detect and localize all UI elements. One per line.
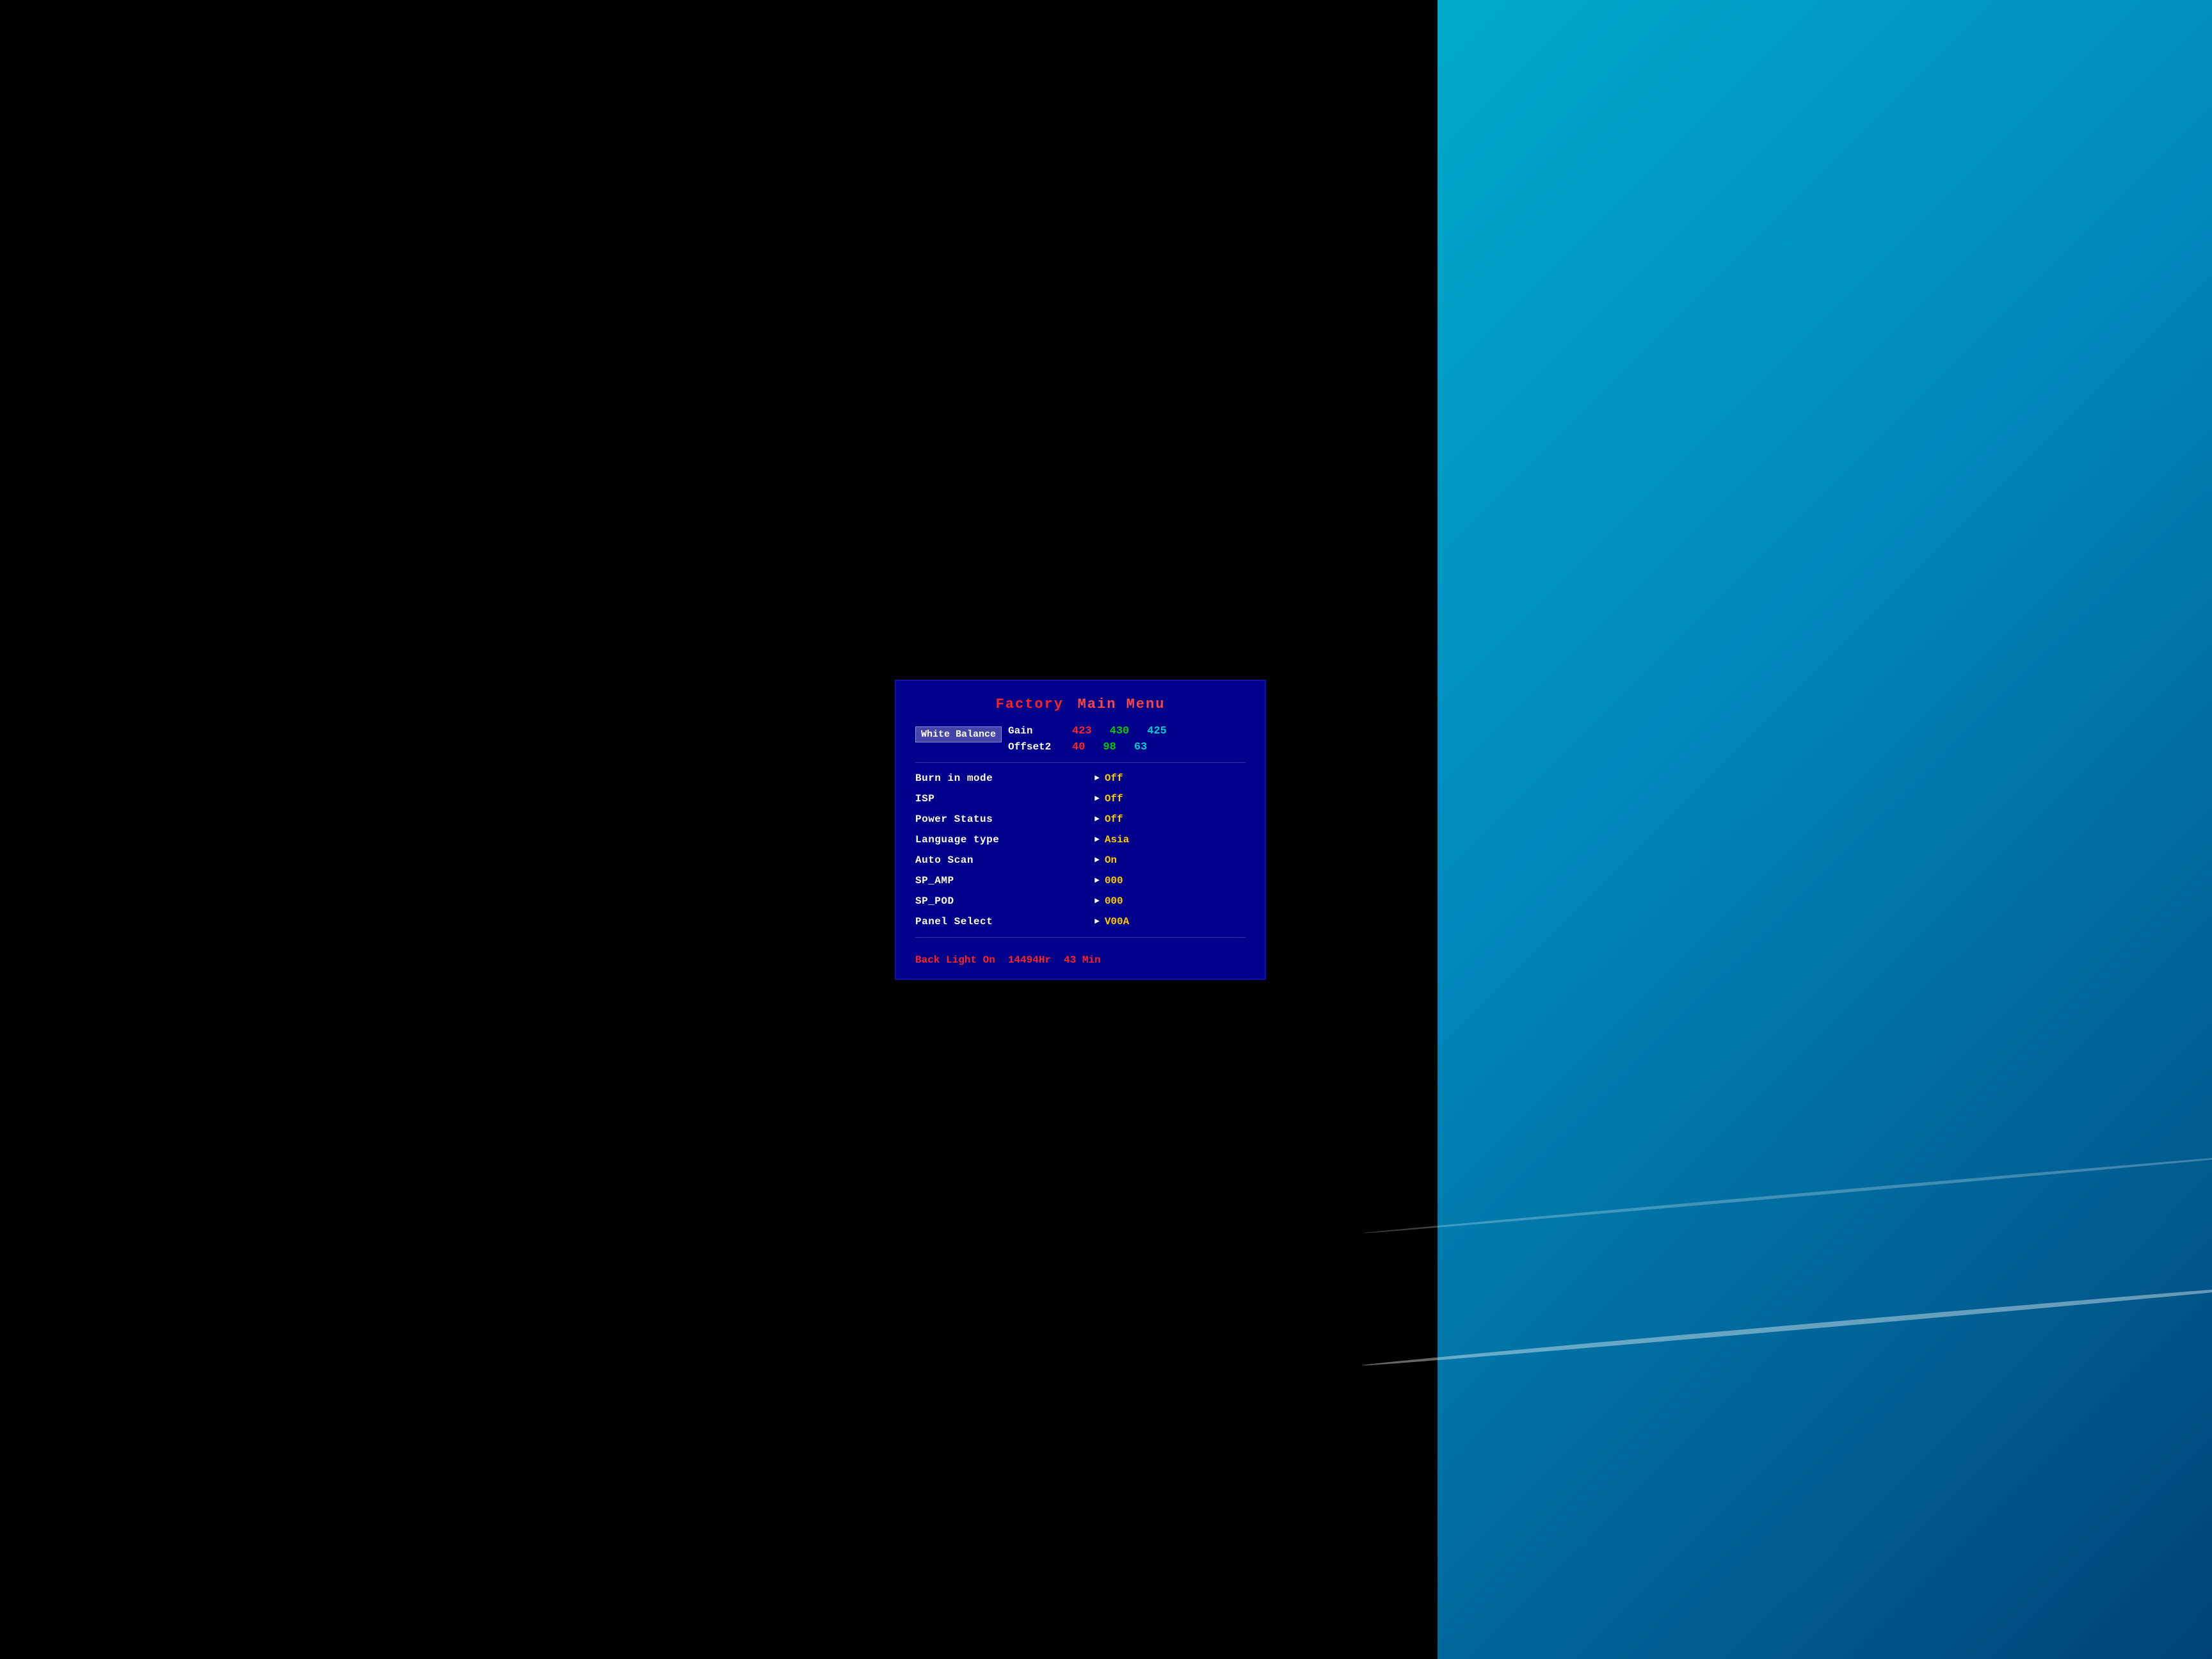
- item-label-power-status: Power Status: [915, 813, 1094, 825]
- gain-values: 423 430 425: [1072, 725, 1167, 737]
- item-label-panel-select: Panel Select: [915, 916, 1094, 927]
- arrow-sp-pod: ►: [1094, 896, 1100, 906]
- item-value-isp: Off: [1105, 793, 1123, 805]
- white-balance-label[interactable]: White Balance: [915, 726, 1002, 742]
- menu-item-sp-pod[interactable]: SP_POD ► 000: [915, 891, 1246, 911]
- arrow-auto-scan: ►: [1094, 855, 1100, 865]
- footer-row: Back Light On 14494Hr 43 Min: [915, 949, 1246, 966]
- menu-item-burn-in-mode[interactable]: Burn in mode ► Off: [915, 768, 1246, 789]
- arrow-panel-select: ►: [1094, 917, 1100, 926]
- arrow-language-type: ►: [1094, 835, 1100, 844]
- white-balance-params: Gain 423 430 425 Offset2 40 98 63: [1008, 725, 1246, 757]
- menu-item-isp[interactable]: ISP ► Off: [915, 789, 1246, 809]
- background-cyan: [1438, 0, 2212, 1659]
- offset2-values: 40 98 63: [1072, 741, 1147, 753]
- gain-label: Gain: [1008, 725, 1066, 737]
- menu-items-list: Burn in mode ► Off ISP ► Off Power Statu…: [915, 768, 1246, 932]
- item-value-language-type: Asia: [1105, 834, 1129, 846]
- footer-label: Back Light On: [915, 954, 995, 966]
- offset2-red: 40: [1072, 741, 1085, 753]
- screen-container: Factory Main Menu White Balance Gain 423…: [0, 0, 2212, 1659]
- item-value-sp-pod: 000: [1105, 895, 1123, 907]
- item-value-power-status: Off: [1105, 813, 1123, 825]
- offset2-row: Offset2 40 98 63: [1008, 741, 1246, 753]
- item-label-isp: ISP: [915, 793, 1094, 805]
- item-label-burn-in-mode: Burn in mode: [915, 773, 1094, 784]
- gain-cyan: 425: [1147, 725, 1167, 737]
- arrow-power-status: ►: [1094, 814, 1100, 824]
- item-value-burn-in-mode: Off: [1105, 773, 1123, 784]
- title-main-menu: Main Menu: [1078, 696, 1166, 712]
- item-value-sp-amp: 000: [1105, 875, 1123, 886]
- menu-item-auto-scan[interactable]: Auto Scan ► On: [915, 850, 1246, 870]
- menu-item-language-type[interactable]: Language type ► Asia: [915, 830, 1246, 850]
- menu-item-panel-select[interactable]: Panel Select ► V00A: [915, 911, 1246, 932]
- gain-green: 430: [1110, 725, 1130, 737]
- white-balance-section: White Balance Gain 423 430 425 Offset2 4…: [915, 725, 1246, 757]
- menu-title: Factory Main Menu: [915, 696, 1246, 712]
- offset2-cyan: 63: [1134, 741, 1147, 753]
- footer-hours: 14494Hr: [1008, 954, 1051, 966]
- divider-1: [915, 762, 1246, 763]
- arrow-isp: ►: [1094, 794, 1100, 803]
- menu-item-sp-amp[interactable]: SP_AMP ► 000: [915, 870, 1246, 891]
- footer-minutes: 43 Min: [1064, 954, 1101, 966]
- arrow-burn-in-mode: ►: [1094, 773, 1100, 783]
- title-factory: Factory: [996, 696, 1064, 712]
- item-value-auto-scan: On: [1105, 854, 1117, 866]
- item-label-sp-pod: SP_POD: [915, 895, 1094, 907]
- offset2-green: 98: [1103, 741, 1116, 753]
- gain-red: 423: [1072, 725, 1092, 737]
- gain-row: Gain 423 430 425: [1008, 725, 1246, 737]
- arrow-sp-amp: ►: [1094, 876, 1100, 885]
- item-label-auto-scan: Auto Scan: [915, 854, 1094, 866]
- item-value-panel-select: V00A: [1105, 916, 1129, 927]
- divider-2: [915, 937, 1246, 938]
- item-label-language-type: Language type: [915, 834, 1094, 846]
- menu-item-power-status[interactable]: Power Status ► Off: [915, 809, 1246, 830]
- menu-panel: Factory Main Menu White Balance Gain 423…: [895, 680, 1266, 980]
- item-label-sp-amp: SP_AMP: [915, 875, 1094, 886]
- offset2-label: Offset2: [1008, 741, 1066, 753]
